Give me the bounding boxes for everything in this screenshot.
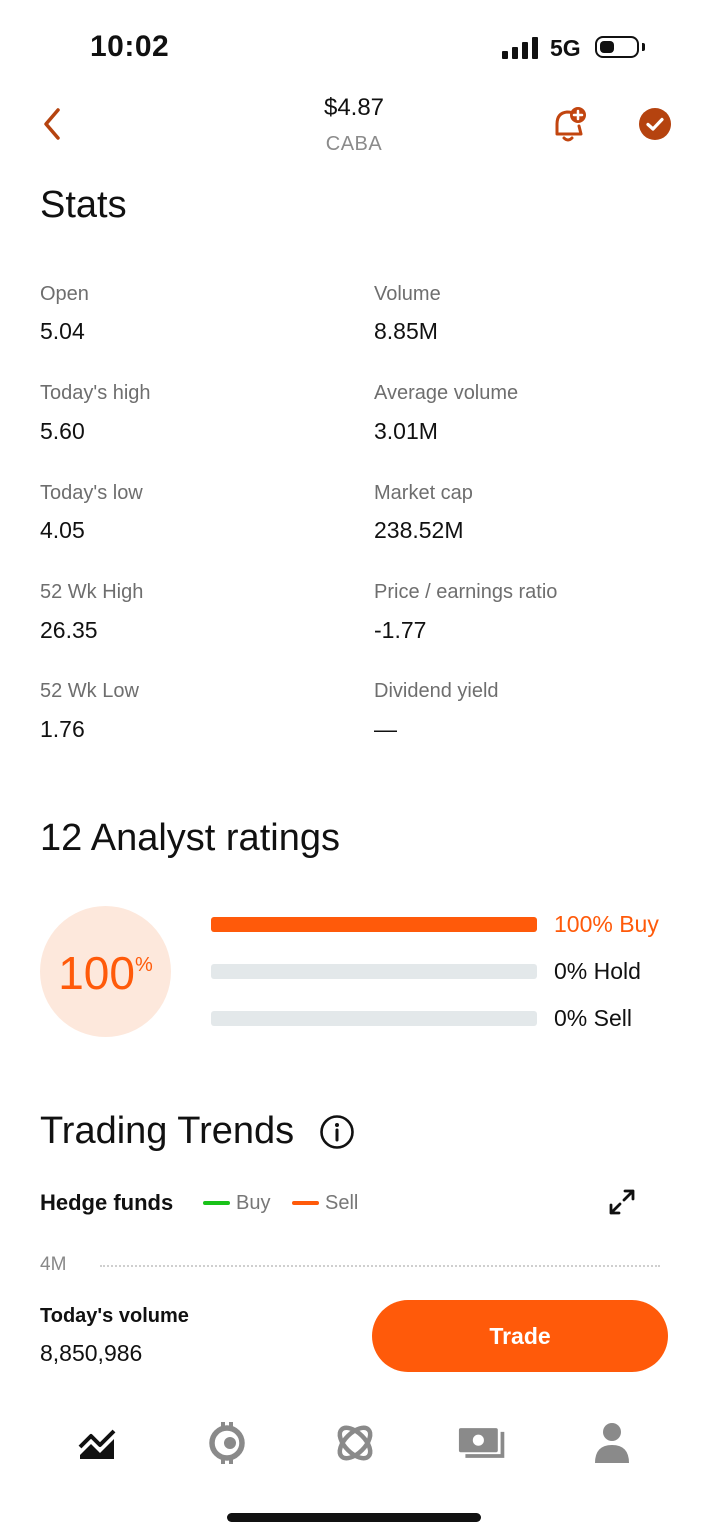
hedge-funds-label: Hedge funds (40, 1190, 174, 1215)
info-icon[interactable] (319, 1114, 355, 1150)
stat-value: 3.01M (374, 418, 438, 444)
analyst-ratings-title: 12 Analyst ratings (40, 817, 340, 859)
trading-trends-title: Trading Trends (40, 1110, 295, 1152)
add-alert-bell-icon[interactable] (549, 104, 589, 146)
tab-investing[interactable] (73, 1418, 123, 1468)
tab-account[interactable] (587, 1418, 637, 1468)
rating-label-sell: 0% Sell (554, 1005, 632, 1031)
orbit-icon (337, 1425, 373, 1461)
trade-button[interactable]: Trade (372, 1300, 668, 1372)
stat-value: — (374, 716, 397, 742)
stat-value: 4.05 (40, 517, 85, 543)
expand-icon[interactable] (606, 1186, 638, 1218)
rating-bar-buy (211, 917, 537, 932)
stat-value: -1.77 (374, 617, 427, 643)
battery-tip (642, 43, 645, 51)
crypto-icon (209, 1422, 245, 1464)
stat-label: Open (40, 283, 89, 305)
home-indicator (227, 1513, 481, 1522)
stat-label: 52 Wk High (40, 581, 144, 603)
buy-legend-swatch (203, 1201, 230, 1205)
sell-legend-swatch (292, 1201, 319, 1205)
cellular-signal-icon (502, 37, 538, 59)
stat-label: Today's low (40, 482, 143, 504)
stat-label: Volume (374, 283, 441, 305)
todays-volume-label: Today's volume (40, 1305, 189, 1327)
stat-label: 52 Wk Low (40, 680, 139, 702)
y-axis-tick: 4M (40, 1254, 67, 1275)
todays-volume-value: 8,850,986 (40, 1340, 143, 1366)
tab-crypto[interactable] (202, 1418, 252, 1468)
sell-legend-label: Sell (325, 1192, 359, 1214)
stat-label: Market cap (374, 482, 473, 504)
stat-value: 26.35 (40, 617, 98, 643)
stat-value: 238.52M (374, 517, 464, 543)
stat-value: 8.85M (374, 318, 438, 344)
header-ticker: CABA (325, 133, 383, 155)
stat-label: Dividend yield (374, 680, 499, 702)
stat-value: 1.76 (40, 716, 85, 742)
stat-value: 5.04 (40, 318, 85, 344)
tab-explore[interactable] (330, 1418, 380, 1468)
gridline (100, 1265, 660, 1267)
stat-label: Today's high (40, 382, 151, 404)
tab-cash[interactable] (458, 1418, 508, 1468)
stat-label: Price / earnings ratio (374, 581, 558, 603)
battery-icon (595, 36, 639, 58)
chart-line-icon (78, 1429, 116, 1459)
buy-percent-number: 100 (58, 947, 135, 999)
rating-bar-sell (211, 1011, 537, 1026)
buy-percent-unit: % (134, 954, 153, 976)
network-type: 5G (550, 35, 581, 61)
person-icon (595, 1423, 629, 1463)
rating-bar-hold (211, 964, 537, 979)
cash-card-icon (458, 1428, 505, 1458)
watchlist-check-icon[interactable] (638, 107, 672, 141)
rating-label-buy: 100% Buy (554, 911, 659, 937)
buy-percent-value: 100% (40, 946, 171, 1000)
stat-label: Average volume (374, 382, 519, 404)
header-price: $4.87 (323, 94, 385, 121)
stats-title: Stats (40, 184, 127, 226)
status-time: 10:02 (90, 30, 170, 63)
rating-label-hold: 0% Hold (554, 958, 641, 984)
buy-legend-label: Buy (236, 1192, 271, 1214)
stat-value: 5.60 (40, 418, 85, 444)
rating-bar-fill (211, 917, 537, 932)
